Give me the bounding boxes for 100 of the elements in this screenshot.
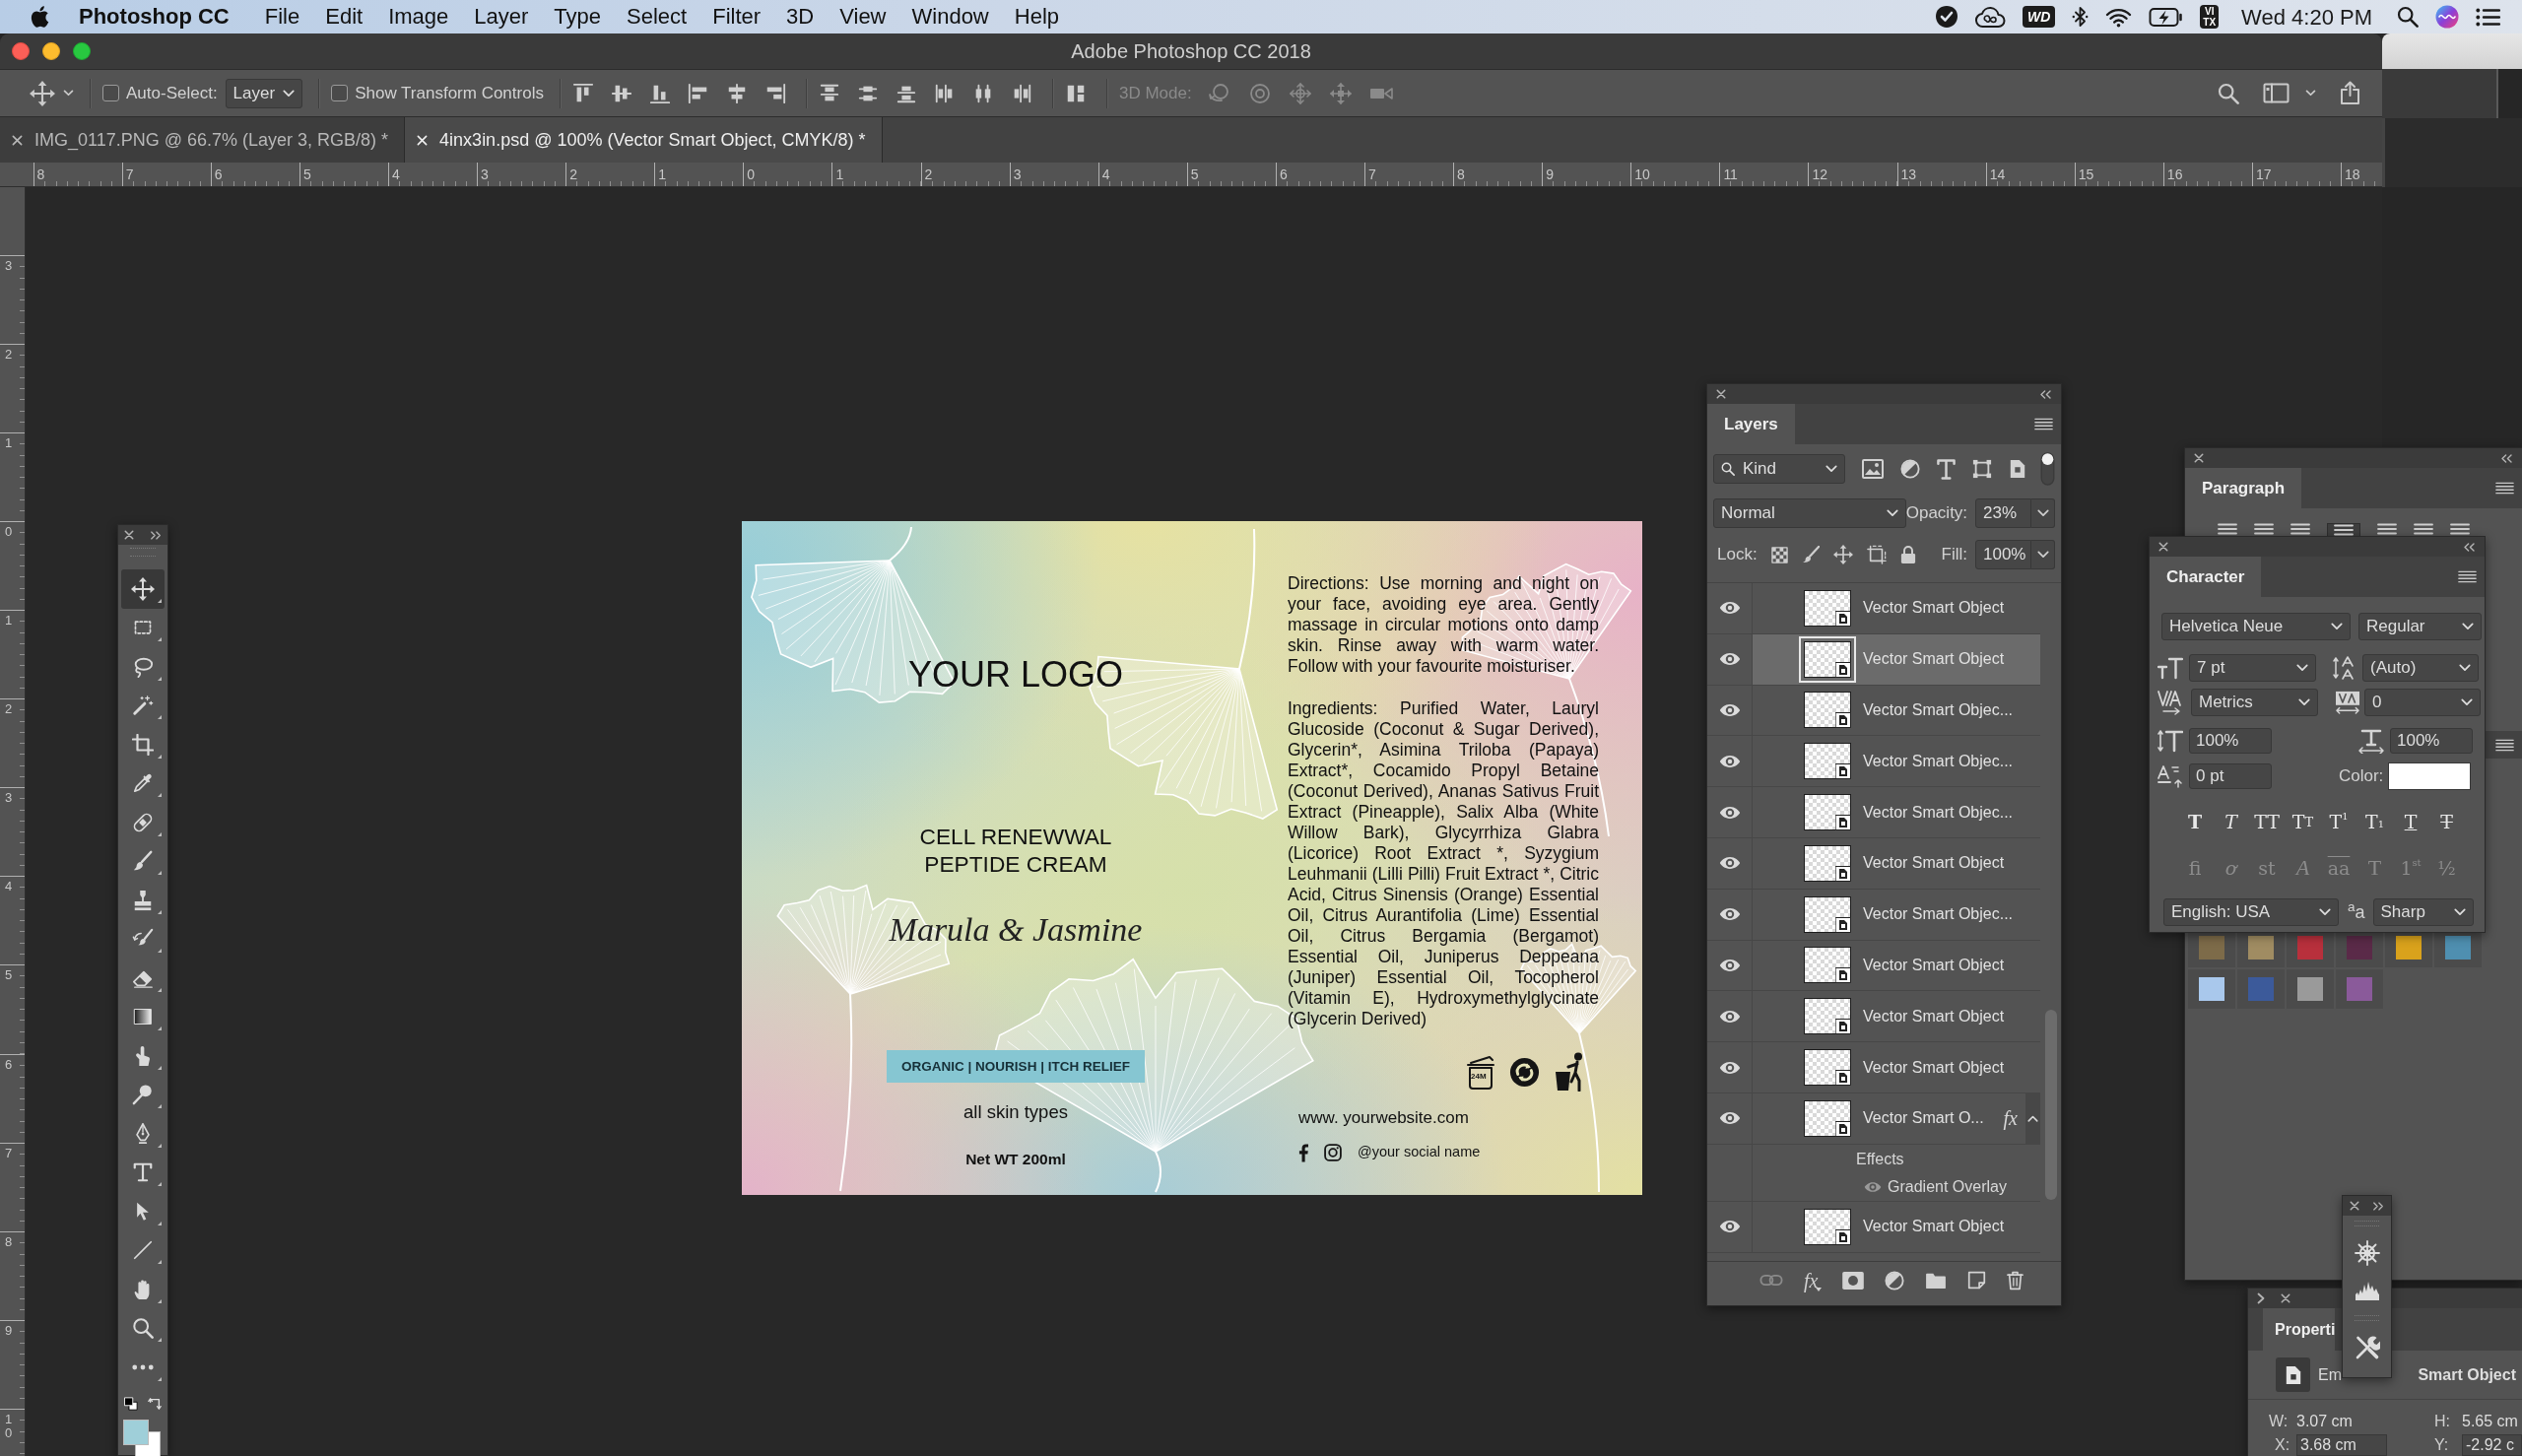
blend-mode-dropdown[interactable]: Normal [1713,498,1906,528]
panel-menu-icon[interactable] [2458,570,2477,583]
panel-menu-icon[interactable] [2495,482,2514,495]
chevron-right-icon[interactable] [2257,1292,2265,1304]
paragraph-align-icon[interactable] [2327,523,2360,537]
app-menu[interactable]: Photoshop CC [79,4,230,30]
layer-row[interactable]: Vector Smart Object [1707,991,2040,1043]
tool-preset-picker[interactable] [30,80,74,106]
layer-row[interactable]: Vector Smart Object [1707,940,2040,992]
close-icon[interactable] [2350,1201,2359,1211]
layer-row[interactable]: Vector Smart Objec... [1707,889,2040,941]
opacity-field[interactable]: 23% [1975,498,2032,528]
style-swatch[interactable] [2297,977,2323,1001]
close-icon[interactable] [2194,453,2204,463]
auto-select-checkbox[interactable] [102,85,119,101]
image-filter-icon[interactable] [1862,459,1884,479]
menu-bar-clock[interactable]: Wed 4:20 PM [2241,0,2372,33]
language-dropdown[interactable]: English: USA [2163,898,2339,926]
close-button[interactable] [12,42,30,60]
close-icon[interactable] [2158,542,2168,552]
adjustment-layer-icon[interactable] [1885,1270,1905,1291]
transform-controls-checkbox[interactable] [331,85,349,101]
tracking-dropdown[interactable]: 0 [2364,689,2481,716]
collapse-icon[interactable] [2500,453,2513,463]
style-swatch[interactable] [2445,936,2471,960]
layer-row[interactable]: Vector Smart Object [1707,838,2040,890]
foreground-color-swatch[interactable] [123,1419,149,1445]
all-caps-button[interactable]: TT [2252,807,2282,836]
input-source-indicator[interactable]: VI TX [2200,5,2220,29]
shape-filter-icon[interactable] [1972,459,1992,479]
document-tab[interactable]: 4inx3in.psd @ 100% (Vector Smart Object, CMYK/8) * [405,117,883,163]
folder-icon[interactable] [1925,1271,1948,1290]
apple-logo-icon[interactable] [30,5,49,29]
paragraph-tab[interactable]: Paragraph [2185,468,2302,508]
lock-position-icon[interactable] [1832,545,1853,564]
x-position-field[interactable]: 3.68 cm [2296,1433,2387,1456]
move-tool[interactable] [121,569,165,609]
layer-row[interactable]: Vector Smart Objec... [1707,736,2040,788]
lock-artboard-icon[interactable] [1866,545,1887,564]
document-tab[interactable]: IMG_0117.PNG @ 66.7% (Layer 3, RGB/8) * [0,117,406,163]
share-icon[interactable] [2340,81,2360,105]
eye-icon[interactable] [1718,754,1741,768]
layer-mask-icon[interactable] [1842,1271,1865,1290]
layers-tab[interactable]: Layers [1707,404,1795,444]
style-swatch[interactable] [2347,936,2372,960]
anti-aliasing-dropdown[interactable]: Sharp [2372,898,2474,926]
font-family-dropdown[interactable]: Helvetica Neue [2161,613,2351,640]
fill-field[interactable]: 100% [1975,540,2031,569]
layer-row[interactable]: Vector Smart Object [1707,1201,2040,1253]
character-tab[interactable]: Character [2150,557,2262,597]
minimize-button[interactable] [42,42,60,60]
list-icon[interactable] [2476,7,2500,27]
menu-item[interactable]: Layer [474,4,529,30]
eye-icon[interactable] [1718,1111,1741,1126]
default-colors-icon[interactable] [124,1396,138,1411]
lock-brush-icon[interactable] [1801,546,1820,563]
style-swatch[interactable] [2297,936,2323,960]
style-swatch[interactable] [2199,936,2224,960]
underline-button[interactable]: T [2396,807,2425,836]
filter-kind-dropdown[interactable]: Kind [1713,454,1845,484]
expand-effects-button[interactable] [2025,1092,2040,1144]
smart-object-filter-icon[interactable] [2009,459,2026,479]
collapse-icon[interactable] [2463,542,2476,552]
faux-italic-button[interactable]: T [2216,807,2246,836]
close-icon[interactable] [124,530,134,540]
layer-row[interactable]: Vector Smart O... fx [1707,1092,2040,1145]
opacity-slider-button[interactable] [2031,498,2055,528]
font-size-dropdown[interactable]: 7 pt [2189,654,2316,682]
font-style-dropdown[interactable]: Regular [2358,613,2482,640]
eye-icon[interactable] [1718,1009,1741,1024]
superscript-button[interactable]: T$^{1}$ [2324,807,2354,836]
expand-icon[interactable] [2372,1201,2384,1211]
align-left-icon[interactable] [687,82,709,104]
style-swatch[interactable] [2199,977,2224,1001]
close-icon[interactable] [2281,1293,2290,1303]
leading-dropdown[interactable]: (Auto) [2362,654,2479,682]
ship-wheel-icon[interactable] [2354,1240,2380,1266]
horizontal-scale-field[interactable]: 100% [2390,728,2473,754]
layer-row[interactable]: Vector Smart Objec... [1707,787,2040,838]
tools-icon[interactable] [2354,1335,2380,1360]
wifi-icon[interactable] [2105,6,2133,28]
fill-slider-button[interactable] [2031,540,2055,569]
instagram-icon[interactable] [1324,1144,1342,1161]
lock-pixels-icon[interactable] [1770,546,1788,563]
layer-row[interactable]: Vector Smart Objec... [1707,685,2040,737]
collapse-icon[interactable] [2039,389,2052,399]
eye-icon[interactable] [1718,856,1741,871]
eye-icon[interactable] [1718,1220,1741,1234]
eye-icon[interactable] [1718,958,1741,972]
style-swatch[interactable] [2347,977,2372,1001]
vertical-scale-field[interactable]: 100% [2189,728,2272,754]
menu-item[interactable]: Edit [325,4,364,30]
close-icon[interactable] [1716,389,1726,399]
eye-icon[interactable] [1718,907,1741,922]
style-swatch[interactable] [2396,936,2422,960]
eye-icon[interactable] [1718,805,1741,820]
zoom-button[interactable] [73,42,91,60]
text-color-swatch[interactable] [2388,762,2472,790]
y-position-field[interactable]: -2.92 c [2462,1433,2522,1456]
adjustment-filter-icon[interactable] [1900,459,1920,479]
